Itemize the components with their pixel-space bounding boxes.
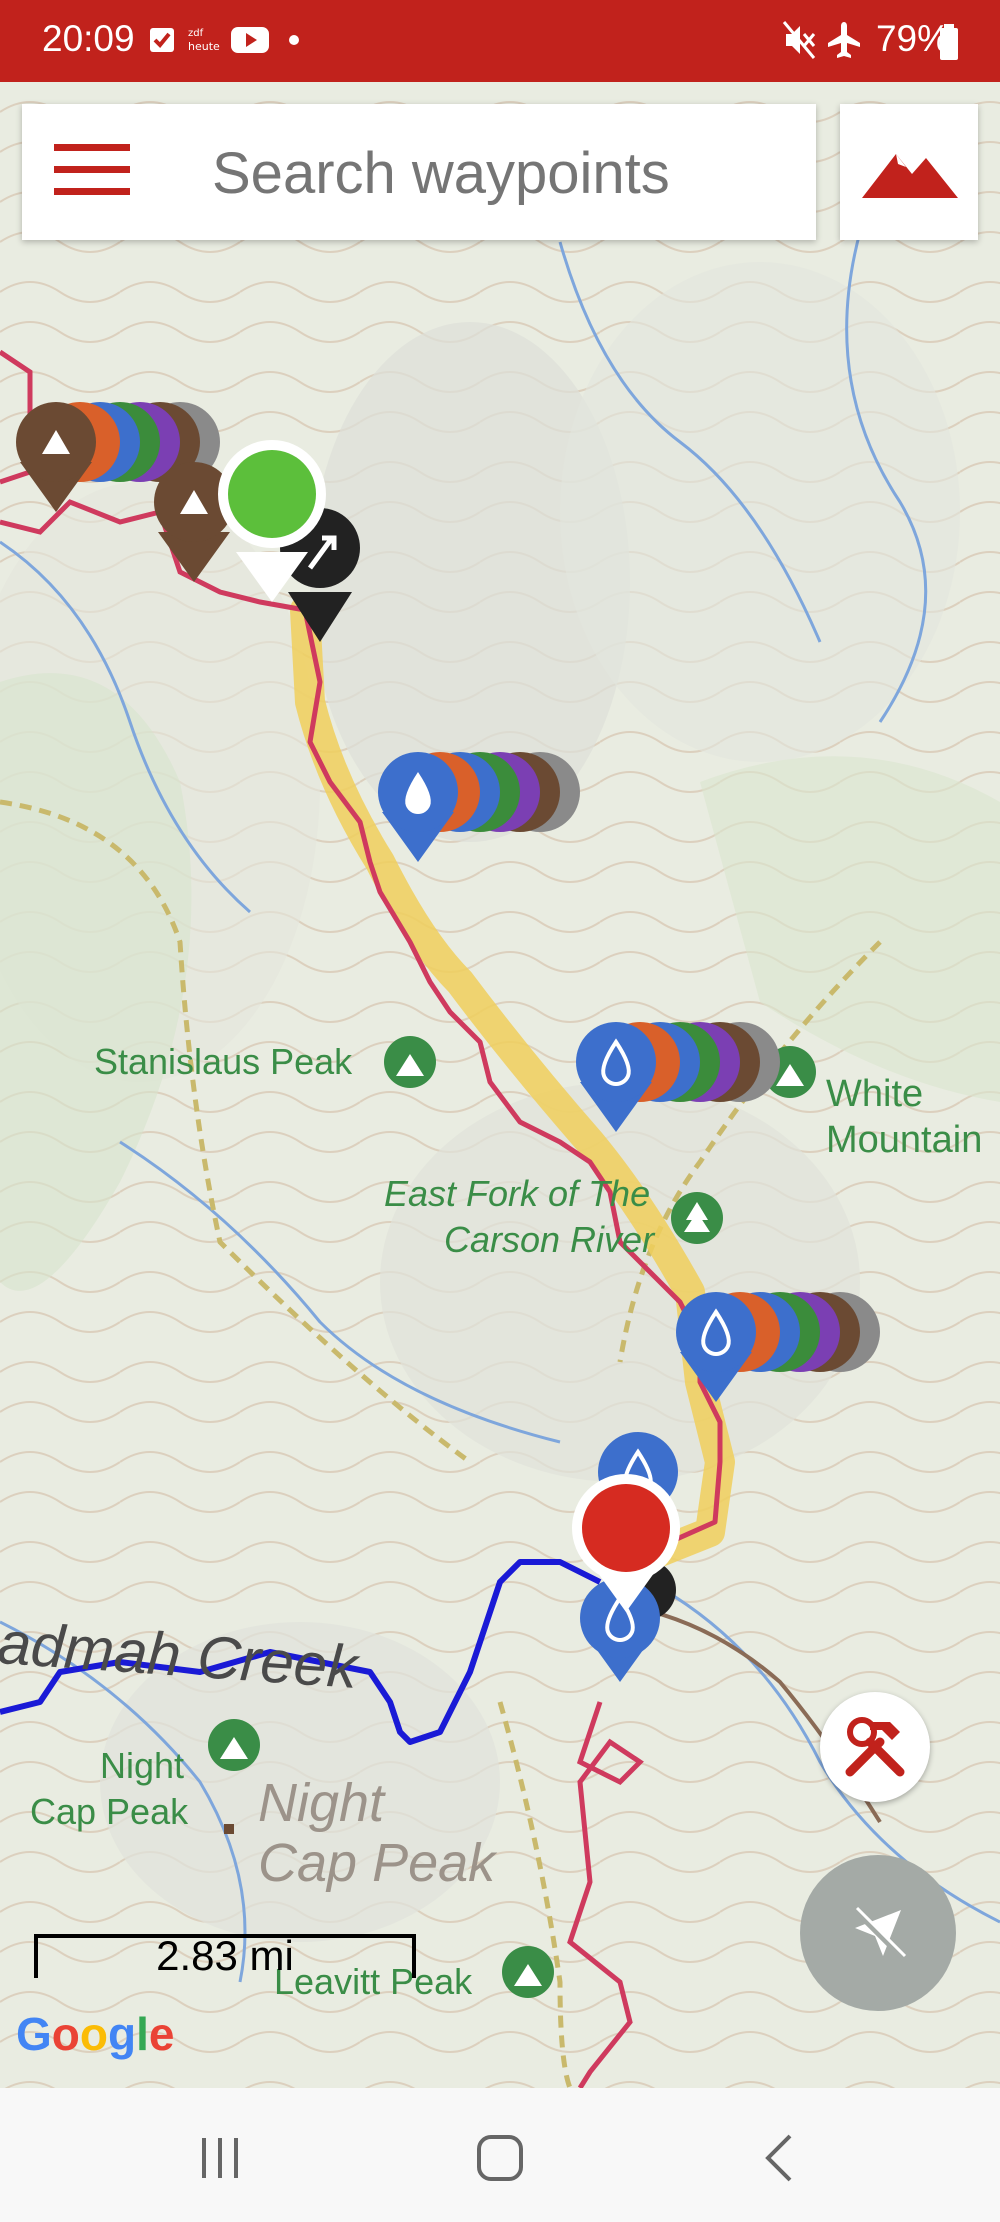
location-off-icon	[850, 1905, 907, 1961]
google-letter: l	[136, 2008, 149, 2060]
home-button[interactable]	[470, 2128, 530, 2188]
location-button[interactable]	[800, 1855, 956, 2011]
google-letter: o	[79, 2008, 108, 2060]
search-input[interactable]	[212, 140, 792, 207]
hamburger-menu-icon	[54, 144, 130, 195]
map-label-night-cap-big-line2: Cap Peak	[258, 1833, 496, 1893]
svg-text:heute: heute	[188, 40, 220, 53]
map-label-white-mountain-line2: Mountain	[826, 1119, 983, 1161]
home-icon	[477, 2135, 523, 2181]
map-label-white-mountain-line1: White	[826, 1073, 924, 1115]
map-label-stanislaus-peak: Stanislaus Peak	[94, 1041, 353, 1082]
dot-icon	[289, 35, 299, 45]
map-label-night-cap-line1: Night	[100, 1745, 185, 1786]
system-nav-bar	[0, 2088, 1000, 2222]
recent-apps-button[interactable]	[190, 2128, 250, 2188]
water-marker-stack[interactable]	[378, 752, 580, 862]
google-letter: e	[148, 2008, 175, 2060]
google-letter: g	[108, 2008, 137, 2060]
recent-apps-icon	[202, 2138, 238, 2178]
map-type-button[interactable]	[840, 104, 978, 240]
search-bar	[22, 104, 816, 240]
airplane-icon	[828, 22, 860, 58]
tools-icon	[845, 1717, 905, 1777]
status-time: 20:09	[42, 18, 135, 59]
google-letter: o	[51, 2008, 80, 2060]
map-label-night-cap-line2: Cap Peak	[30, 1791, 189, 1832]
svg-text:zdf: zdf	[188, 28, 204, 39]
scale-bar-label: 2.83 mi	[156, 1932, 294, 1979]
zdf-heute-icon: zdfheute	[188, 28, 220, 53]
google-attribution-logo: Google	[16, 2007, 174, 2061]
back-button[interactable]	[750, 2128, 810, 2188]
youtube-icon	[231, 27, 269, 53]
water-marker-stack[interactable]	[576, 1022, 780, 1132]
back-icon	[765, 2134, 792, 2182]
scale-bar: 2.83 mi	[34, 1932, 416, 1979]
map-label-east-fork-line2: Carson River	[444, 1219, 655, 1260]
tools-button[interactable]	[820, 1692, 930, 1802]
map-label-night-cap-big-line1: Night	[258, 1773, 385, 1833]
mountain-icon	[862, 154, 958, 198]
water-marker-stack[interactable]	[676, 1292, 880, 1402]
map-view[interactable]: Stanislaus Peak White Mountain East Fork…	[0, 82, 1000, 2088]
map-label-east-fork-line1: East Fork of The	[384, 1173, 651, 1214]
google-letter: G	[16, 2008, 52, 2060]
battery-icon	[940, 24, 958, 60]
checkbox-icon	[150, 28, 174, 52]
status-bar: 20:09 zdf heute 79%	[0, 0, 1000, 82]
mute-icon	[782, 21, 816, 59]
menu-button[interactable]	[54, 142, 150, 202]
